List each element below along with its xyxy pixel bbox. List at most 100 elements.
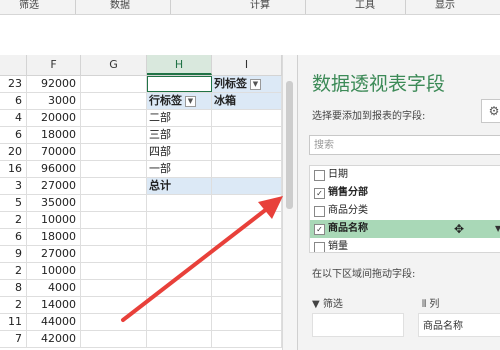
- cell-h[interactable]: [147, 263, 212, 279]
- cell-g[interactable]: [81, 331, 147, 347]
- cell-e[interactable]: 9: [0, 246, 27, 262]
- cell-i[interactable]: [212, 195, 282, 211]
- cell-g[interactable]: [81, 297, 147, 313]
- row-filter-dropdown-icon[interactable]: ▼: [185, 95, 196, 107]
- cell-g[interactable]: [81, 212, 147, 228]
- cell-e[interactable]: 6: [0, 93, 27, 109]
- cell-f[interactable]: 70000: [27, 144, 81, 160]
- cell-i[interactable]: [212, 314, 282, 330]
- cell-e[interactable]: 2: [0, 297, 27, 313]
- field-item-division[interactable]: ✓ 销售分部: [310, 184, 500, 202]
- cell-g[interactable]: [81, 229, 147, 245]
- cell-i[interactable]: [212, 229, 282, 245]
- cell-i[interactable]: [212, 212, 282, 228]
- column-filter-dropdown-icon[interactable]: ▼: [250, 78, 261, 90]
- cell-e[interactable]: 2: [0, 263, 27, 279]
- cell-g[interactable]: [81, 76, 147, 92]
- ribbon-group-filter[interactable]: 筛选: [4, 0, 54, 14]
- cell-i[interactable]: [212, 144, 282, 160]
- cell-i[interactable]: [212, 246, 282, 262]
- cell-f[interactable]: 92000: [27, 76, 81, 92]
- cell-e[interactable]: 6: [0, 127, 27, 143]
- cell-f[interactable]: 10000: [27, 263, 81, 279]
- column-header-h[interactable]: H: [147, 55, 212, 75]
- cell-i[interactable]: [212, 331, 282, 347]
- checkbox[interactable]: [314, 206, 325, 217]
- column-header-e[interactable]: [0, 55, 27, 75]
- ribbon-group-display[interactable]: 显示: [420, 0, 470, 14]
- cell-f[interactable]: 42000: [27, 331, 81, 347]
- cell-g[interactable]: [81, 144, 147, 160]
- cell-h[interactable]: 三部: [147, 127, 212, 143]
- cell-e[interactable]: 23: [0, 76, 27, 92]
- spreadsheet-grid[interactable]: 23 92000 列标签 ▼ 6 3000 行标签 ▼ 冰箱 4 20000 二部 6 18000 三部 20…: [0, 76, 282, 350]
- field-item-sales[interactable]: 销量: [310, 238, 500, 252]
- column-drop-zone[interactable]: 商品名称: [418, 313, 500, 337]
- scrollbar-thumb[interactable]: [286, 81, 293, 209]
- cell-e[interactable]: 11: [0, 314, 27, 330]
- cell-f[interactable]: 27000: [27, 246, 81, 262]
- checkbox-checked[interactable]: ✓: [314, 188, 325, 199]
- cell-h[interactable]: 四部: [147, 144, 212, 160]
- cell-h[interactable]: [147, 229, 212, 245]
- cell-f[interactable]: 18000: [27, 127, 81, 143]
- cell-h[interactable]: [147, 246, 212, 262]
- cell-e[interactable]: 7: [0, 331, 27, 347]
- cell-i[interactable]: [212, 178, 282, 194]
- cell-i[interactable]: [212, 127, 282, 143]
- cell-i[interactable]: [212, 280, 282, 296]
- settings-gear-button[interactable]: ⚙: [481, 99, 500, 123]
- cell-i[interactable]: 列标签 ▼: [212, 76, 282, 92]
- cell-h[interactable]: [147, 297, 212, 313]
- cell-h[interactable]: [147, 76, 212, 92]
- cell-e[interactable]: 6: [0, 229, 27, 245]
- cell-e[interactable]: 16: [0, 161, 27, 177]
- ribbon-group-tools[interactable]: 工具: [340, 0, 390, 14]
- vertical-scrollbar[interactable]: [282, 55, 297, 350]
- cell-g[interactable]: [81, 263, 147, 279]
- checkbox[interactable]: [314, 242, 325, 252]
- cell-g[interactable]: [81, 280, 147, 296]
- filter-drop-zone[interactable]: [312, 313, 404, 337]
- cell-g[interactable]: [81, 178, 147, 194]
- cell-e[interactable]: 8: [0, 280, 27, 296]
- cell-f[interactable]: 10000: [27, 212, 81, 228]
- cell-f[interactable]: 20000: [27, 110, 81, 126]
- column-field-chip[interactable]: 商品名称: [423, 317, 463, 332]
- ribbon-group-calc[interactable]: 计算: [235, 0, 285, 14]
- cell-f[interactable]: 96000: [27, 161, 81, 177]
- cell-g[interactable]: [81, 161, 147, 177]
- cell-h[interactable]: 一部: [147, 161, 212, 177]
- cell-h[interactable]: [147, 280, 212, 296]
- cell-i[interactable]: [212, 161, 282, 177]
- checkbox[interactable]: [314, 170, 325, 181]
- column-header-g[interactable]: G: [81, 55, 147, 75]
- cell-e[interactable]: 20: [0, 144, 27, 160]
- cell-i[interactable]: [212, 297, 282, 313]
- cell-i[interactable]: [212, 263, 282, 279]
- cell-h[interactable]: [147, 212, 212, 228]
- cell-h[interactable]: 二部: [147, 110, 212, 126]
- ribbon-group-data[interactable]: 数据: [95, 0, 145, 14]
- cell-g[interactable]: [81, 195, 147, 211]
- cell-f[interactable]: 27000: [27, 178, 81, 194]
- cell-h[interactable]: [147, 314, 212, 330]
- cell-i[interactable]: [212, 110, 282, 126]
- field-item-product-name[interactable]: ✓ 商品名称 ✥ ▼: [310, 220, 500, 238]
- cell-f[interactable]: 14000: [27, 297, 81, 313]
- cell-g[interactable]: [81, 246, 147, 262]
- cell-f[interactable]: 4000: [27, 280, 81, 296]
- cell-e[interactable]: 4: [0, 110, 27, 126]
- checkbox-checked[interactable]: ✓: [314, 224, 325, 235]
- cell-i[interactable]: 冰箱: [212, 93, 282, 109]
- cell-g[interactable]: [81, 93, 147, 109]
- cell-h[interactable]: 总计: [147, 178, 212, 194]
- cell-g[interactable]: [81, 314, 147, 330]
- cell-g[interactable]: [81, 110, 147, 126]
- column-header-i[interactable]: I: [212, 55, 282, 75]
- column-header-f[interactable]: F: [27, 55, 81, 75]
- cell-f[interactable]: 35000: [27, 195, 81, 211]
- cell-h[interactable]: [147, 331, 212, 347]
- cell-h[interactable]: 行标签 ▼: [147, 93, 212, 109]
- cell-e[interactable]: 3: [0, 178, 27, 194]
